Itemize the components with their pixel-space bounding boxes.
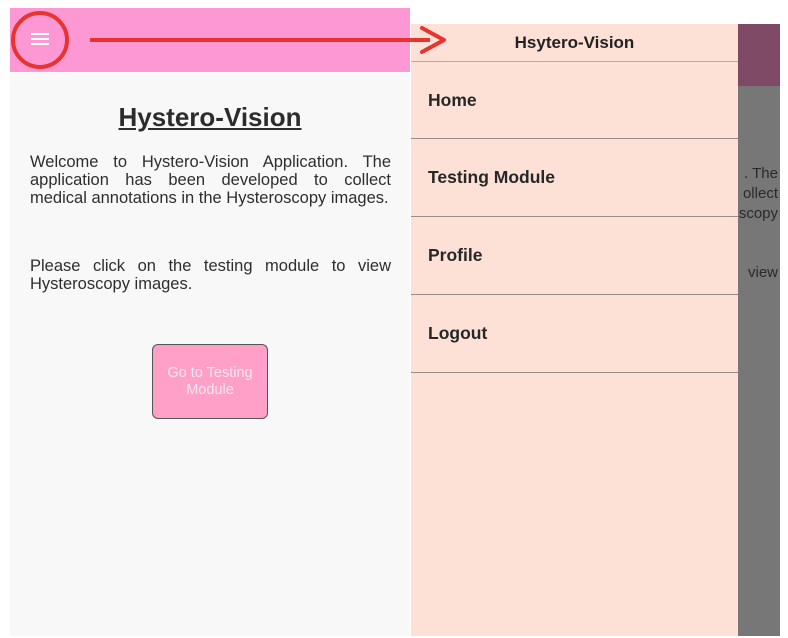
drawer-item-logout[interactable]: Logout <box>411 295 738 373</box>
dimmed-text-fragment: . The <box>744 165 778 182</box>
hamburger-menu-icon <box>31 33 49 45</box>
drawer-title: Hsytero-Vision <box>411 24 738 62</box>
home-screen: Hystero-Vision Welcome to Hystero-Vision… <box>10 8 410 636</box>
drawer-screen: . The ollect scopy view Hsytero-Vision H… <box>411 24 780 636</box>
navigation-drawer: Hsytero-Vision Home Testing Module Profi… <box>411 24 738 636</box>
go-to-testing-module-button[interactable]: Go to Testing Module <box>152 344 268 419</box>
dimmed-text-fragment: view <box>747 264 778 281</box>
menu-button[interactable] <box>25 27 55 51</box>
drawer-item-profile[interactable]: Profile <box>411 217 738 295</box>
drawer-item-testing-module[interactable]: Testing Module <box>411 139 738 217</box>
app-bar <box>10 8 410 72</box>
instruction-text: Please click on the testing module to vi… <box>30 257 391 293</box>
dimmed-text-fragment: ollect <box>742 185 778 202</box>
drawer-item-home[interactable]: Home <box>411 62 738 139</box>
welcome-text: Welcome to Hystero-Vision Application. T… <box>30 153 391 207</box>
home-content: Hystero-Vision Welcome to Hystero-Vision… <box>10 72 410 636</box>
dimmed-text-fragment: scopy <box>738 205 778 222</box>
page-title: Hystero-Vision <box>118 102 302 132</box>
